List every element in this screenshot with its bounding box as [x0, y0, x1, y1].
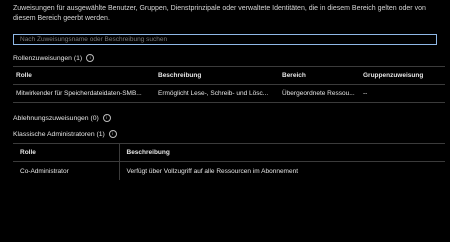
role-assignments-header: Rollenzuweisungen (1) i: [13, 54, 443, 62]
role-assignments-panel: Zuweisungen für ausgewählte Benutzer, Gr…: [0, 0, 450, 242]
admin-role-cell: Co-Administrator: [13, 161, 120, 180]
admin-description-cell: Verfügt über Vollzugriff auf alle Ressou…: [126, 167, 299, 175]
info-icon[interactable]: i: [102, 114, 111, 122]
column-header-role[interactable]: Rolle: [13, 143, 120, 162]
description-cell: Ermöglicht Lese-, Schreib- und Lösc...: [155, 84, 279, 103]
deny-assignments-title: Ablehnungszuweisungen (0): [13, 114, 99, 122]
intro-text: Zuweisungen für ausgewählte Benutzer, Gr…: [13, 5, 426, 22]
table-row: Co-Administrator Verfügt über Vollzugrif…: [13, 161, 445, 180]
role-assignments-title: Rollenzuweisungen (1): [13, 54, 83, 62]
column-header-description[interactable]: Beschreibung: [155, 66, 279, 85]
info-icon[interactable]: i: [86, 54, 95, 62]
info-icon[interactable]: i: [108, 130, 117, 138]
deny-assignments-header: Ablehnungszuweisungen (0) i: [13, 114, 443, 122]
role-assignments-table: Rolle Beschreibung Bereich Gruppenzuweis…: [13, 66, 445, 103]
classic-admins-header: Klassische Administratoren (1) i: [13, 130, 443, 138]
search-box[interactable]: [13, 34, 437, 45]
column-header-scope[interactable]: Bereich: [279, 66, 360, 85]
classic-admins-title: Klassische Administratoren (1): [13, 130, 105, 138]
column-header-description[interactable]: Beschreibung: [119, 143, 445, 162]
search-input[interactable]: [20, 36, 436, 43]
table-row: Mitwirkender für Speicherdateidaten-SMB.…: [13, 84, 445, 103]
role-link[interactable]: Mitwirkender für Speicherdateidaten-SMB.…: [13, 84, 155, 103]
column-header-group-assignment[interactable]: Gruppenzuweisung: [360, 66, 445, 85]
column-header-role[interactable]: Rolle: [13, 66, 155, 85]
table-header-row: Rolle Beschreibung: [13, 143, 445, 162]
table-header-row: Rolle Beschreibung Bereich Gruppenzuweis…: [13, 66, 445, 85]
scope-link[interactable]: Übergeordnete Ressou...: [279, 84, 360, 103]
classic-admins-table: Rolle Beschreibung Co-Administrator Verf…: [13, 143, 445, 180]
group-assignment-cell: --: [360, 84, 445, 103]
